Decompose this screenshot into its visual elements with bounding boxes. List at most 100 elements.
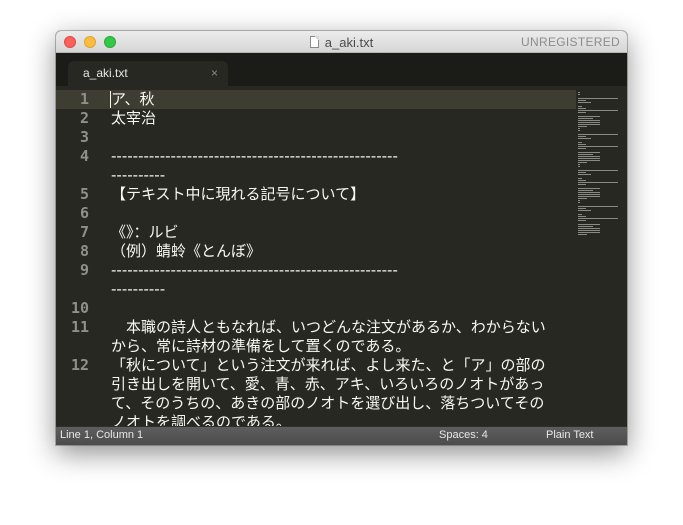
- minimap-line: [578, 230, 600, 231]
- minimap-line: [578, 94, 580, 95]
- minimap-line: [578, 218, 618, 219]
- line-number-gutter: 1 2 3 4 5 6 7 8 9 10 11 12: [56, 86, 100, 426]
- cursor-position: Line 1, Column 1: [60, 429, 144, 441]
- text-line: ----------------------------------------…: [111, 261, 398, 279]
- text-line: て、そのうちの、あきの部のノオトを選び出し、落ちついてその: [111, 394, 545, 412]
- minimap-line: [578, 92, 580, 93]
- minimap-line: [578, 160, 600, 161]
- minimap-line: [578, 136, 586, 137]
- line-number: 6: [79, 204, 89, 222]
- status-bar: Line 1, Column 1 Spaces: 4 Plain Text: [56, 426, 627, 445]
- minimap-line: [578, 228, 600, 229]
- line-number: 11: [70, 318, 89, 336]
- minimap-line: [578, 108, 586, 109]
- minimap-line: [578, 210, 591, 211]
- minimap-line: [578, 178, 582, 179]
- text-line: ----------: [111, 280, 166, 298]
- minimap-line: [578, 208, 586, 209]
- minimap-line: [578, 124, 600, 125]
- tab-a-aki[interactable]: a_aki.txt ×: [68, 61, 228, 86]
- minimap-line: [578, 106, 582, 107]
- text-editor[interactable]: 1 2 3 4 5 6 7 8 9 10 11 12 ア、秋 太宰治 ------------------…: [56, 86, 627, 426]
- line-number: 12: [70, 356, 89, 374]
- title-bar[interactable]: a_aki.txt UNREGISTERED: [56, 31, 627, 53]
- text-line: 引き出しを開いて、愛、青、赤、アキ、いろいろのノオトがあっ: [111, 375, 545, 393]
- minimap-line: [578, 112, 586, 113]
- minimap-line: [578, 174, 591, 175]
- minimap-line: [578, 134, 618, 135]
- text-line: 「秋について」という注文が来れば、よし来た、と「ア」の部の: [111, 356, 546, 374]
- minimap-line: [578, 118, 593, 119]
- indentation-setting[interactable]: Spaces: 4: [439, 427, 488, 444]
- text-line: 《》：ルビ: [111, 223, 179, 241]
- minimap-line: [578, 152, 600, 153]
- line-number: 8: [79, 242, 89, 260]
- text-line: （例）蜻蛉《とんぼ》: [111, 242, 262, 260]
- minimap-line: [578, 158, 600, 159]
- minimap-line: [578, 220, 586, 221]
- minimap-line: [578, 138, 591, 139]
- minimap-line: [578, 100, 586, 101]
- minimap-line: [578, 144, 586, 145]
- minimap-line: [578, 116, 600, 117]
- minimap-line: [578, 214, 582, 215]
- minimap-line: [578, 128, 580, 129]
- line-number: 10: [70, 299, 89, 317]
- tab-label: a_aki.txt: [83, 66, 128, 80]
- minimap-line: [578, 156, 600, 157]
- minimap-line: [578, 224, 600, 225]
- editor-window: a_aki.txt UNREGISTERED a_aki.txt × 12345…: [56, 31, 627, 445]
- minimap-line: [578, 202, 580, 203]
- line-number: 4: [79, 147, 89, 165]
- text-line: ノオトを調べるのである。: [111, 413, 291, 426]
- minimap-line: [578, 196, 600, 197]
- minimap-line: [578, 234, 587, 235]
- document-icon: [309, 36, 319, 48]
- minimap-line: [578, 122, 600, 123]
- tab-bar: a_aki.txt ×: [56, 53, 627, 86]
- minimap-line: [578, 154, 593, 155]
- minimap-line: [578, 120, 600, 121]
- text-line: 本職の詩人ともなれば、いつどんな注文があるか、わからない: [111, 318, 546, 336]
- minimap-line: [578, 216, 586, 217]
- minimap-line: [578, 200, 580, 201]
- minimap-line: [578, 206, 618, 207]
- minimap[interactable]: [576, 86, 627, 426]
- minimap-line: [578, 146, 618, 147]
- minimap-line: [578, 172, 586, 173]
- text-line: 【テキスト中に現れる記号について】: [111, 185, 366, 203]
- minimap-line: [578, 194, 600, 195]
- minimap-line: [578, 126, 587, 127]
- minimap-line: [578, 170, 618, 171]
- text-line: 太宰治: [111, 109, 157, 127]
- minimap-line: [578, 110, 618, 111]
- line-number: 9: [79, 261, 89, 279]
- minimap-line: [578, 184, 586, 185]
- minimap-line: [578, 192, 600, 193]
- minimap-line: [578, 130, 580, 131]
- syntax-selector[interactable]: Plain Text: [546, 427, 594, 444]
- unregistered-label: UNREGISTERED: [521, 35, 620, 49]
- window-title: a_aki.txt: [324, 35, 374, 50]
- line-number: 7: [79, 223, 89, 241]
- minimap-line: [578, 142, 582, 143]
- text-line: ----------------------------------------…: [111, 147, 398, 165]
- line-number: 1: [79, 90, 89, 108]
- text-line: から、常に詩材の準備をして置くのである。: [111, 337, 411, 355]
- text-line: ----------: [111, 166, 166, 184]
- minimap-line: [578, 190, 593, 191]
- line-number: 2: [79, 109, 89, 127]
- minimap-line: [578, 166, 580, 167]
- minimap-line: [578, 180, 586, 181]
- line-number: 5: [79, 185, 89, 203]
- minimap-line: [578, 148, 586, 149]
- minimap-line: [578, 188, 600, 189]
- minimap-line: [578, 164, 580, 165]
- tab-close-icon[interactable]: ×: [211, 61, 218, 86]
- text-line: ア、秋: [111, 90, 155, 108]
- minimap-line: [578, 102, 591, 103]
- line-number: 3: [79, 128, 89, 146]
- minimap-line: [578, 98, 618, 99]
- minimap-line: [578, 226, 593, 227]
- text-cursor: [110, 91, 111, 108]
